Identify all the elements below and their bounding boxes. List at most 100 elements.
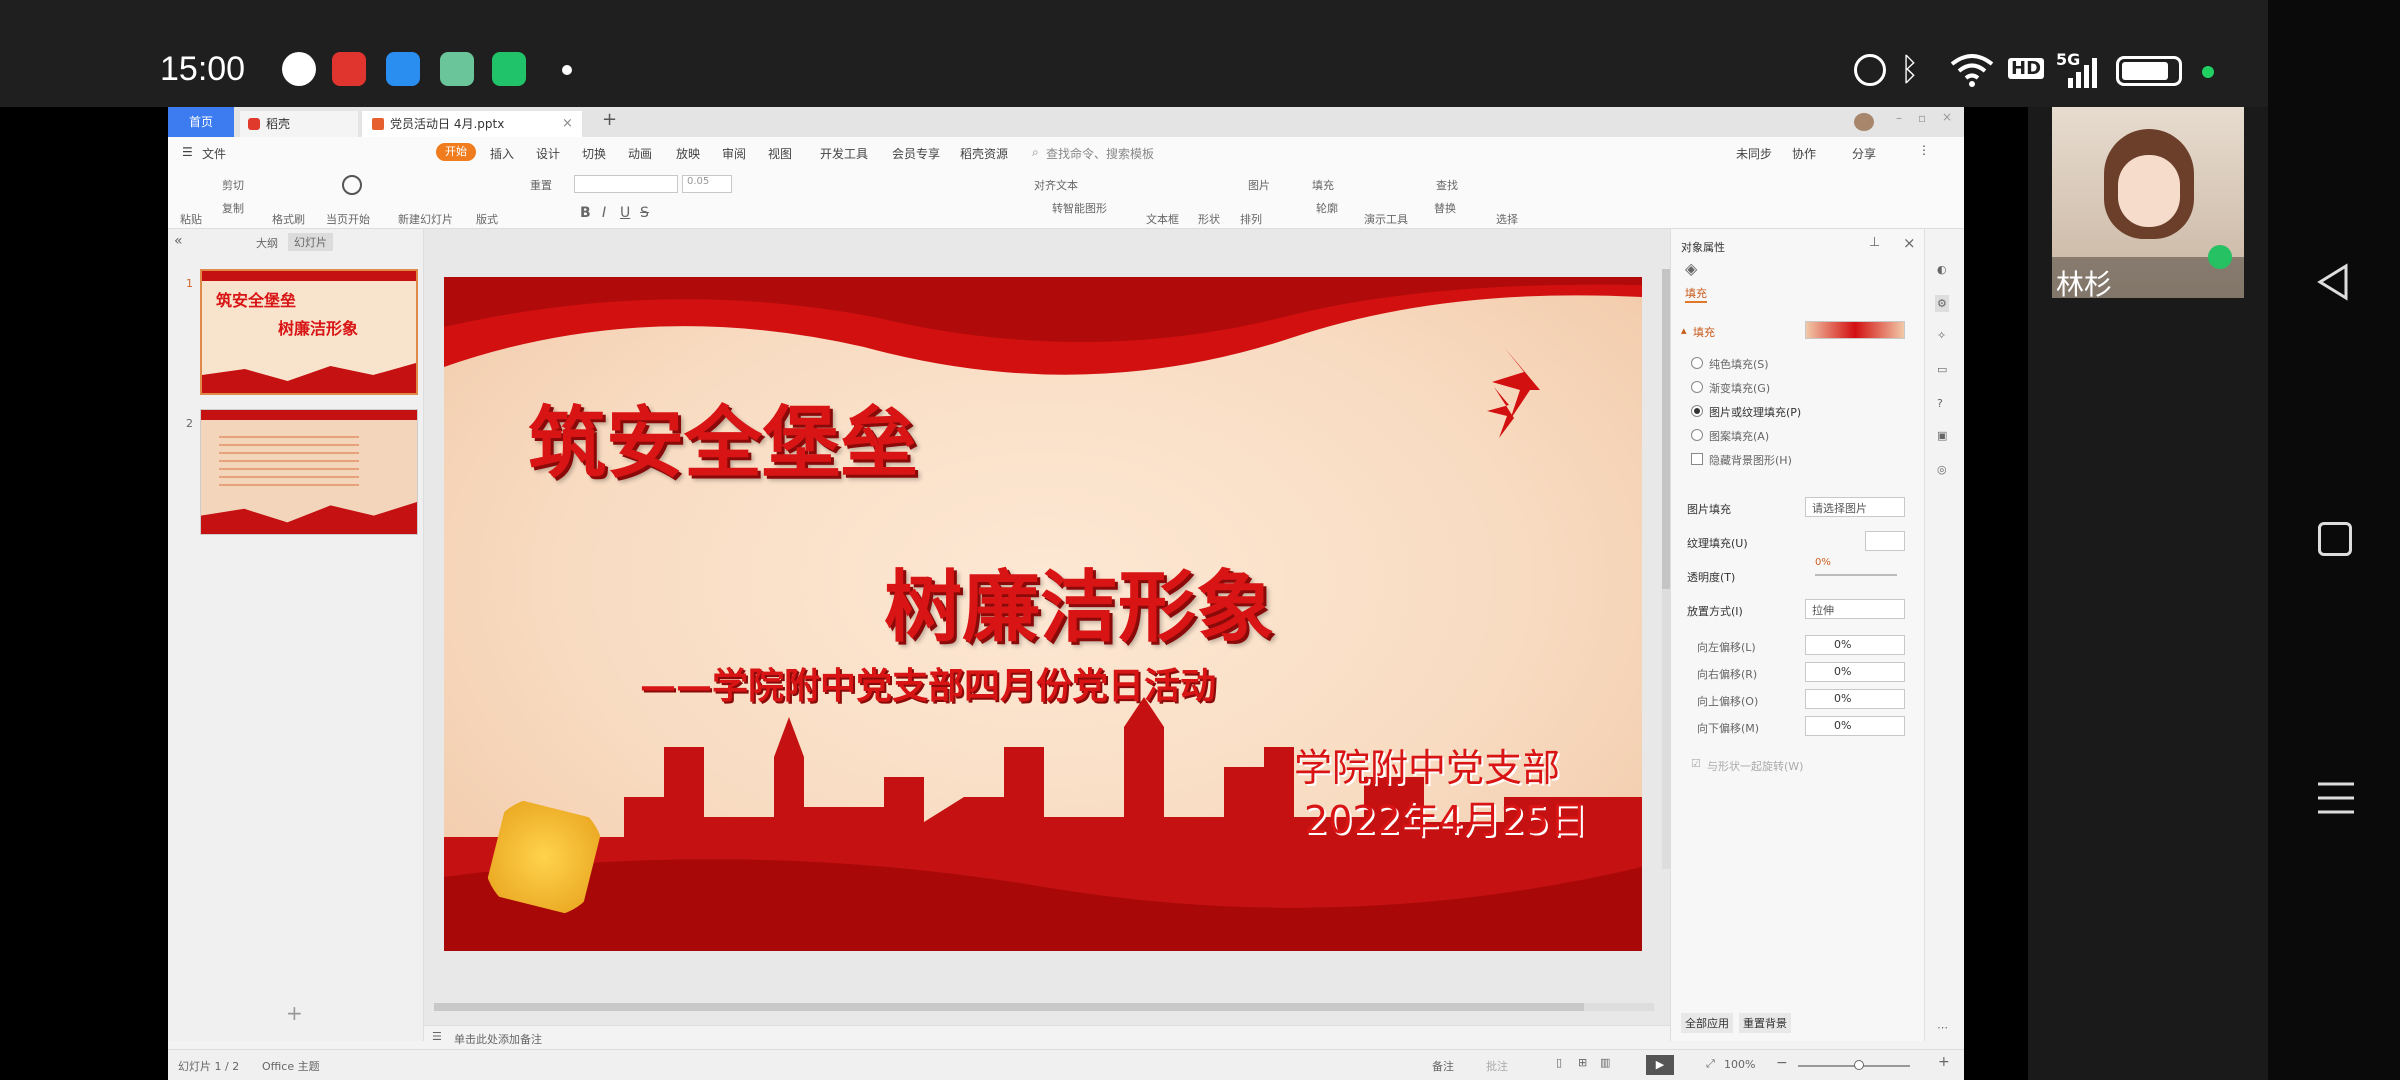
vertical-scrollbar[interactable] bbox=[1662, 269, 1670, 869]
normal-view-icon[interactable]: ▯ bbox=[1556, 1056, 1562, 1069]
add-slide-icon[interactable]: + bbox=[286, 1001, 303, 1025]
reading-view-icon[interactable]: ▥ bbox=[1600, 1056, 1610, 1069]
shape-button[interactable]: 形状 bbox=[1198, 211, 1220, 227]
menu-file[interactable]: 文件 bbox=[202, 145, 226, 162]
menu-review[interactable]: 审阅 bbox=[722, 145, 746, 162]
select-button[interactable]: 选择 bbox=[1496, 211, 1518, 227]
texture-select[interactable] bbox=[1865, 531, 1905, 551]
menu-animation[interactable]: 动画 bbox=[628, 145, 652, 162]
outline-tab[interactable]: 大纲 bbox=[256, 235, 278, 251]
offset-right-input[interactable]: 0% bbox=[1805, 662, 1905, 682]
properties-icon[interactable]: ⚙ bbox=[1935, 295, 1949, 312]
tab-docer[interactable]: 稻壳 bbox=[240, 111, 358, 137]
menu-docer-resources[interactable]: 稻壳资源 bbox=[960, 145, 1008, 162]
backup-icon[interactable]: ▣ bbox=[1937, 429, 1947, 442]
menu-icon[interactable]: ☰ bbox=[182, 145, 193, 159]
user-avatar[interactable] bbox=[1854, 113, 1874, 131]
offset-up-input[interactable]: 0% bbox=[1805, 689, 1905, 709]
transparency-slider[interactable] bbox=[1815, 574, 1897, 576]
close-tab-icon[interactable]: × bbox=[562, 111, 573, 137]
fill-button[interactable]: 填充 bbox=[1312, 177, 1334, 193]
minimize-icon[interactable]: – bbox=[1896, 111, 1902, 125]
collapse-panel-icon[interactable]: « bbox=[174, 233, 183, 249]
horizontal-scrollbar[interactable] bbox=[434, 1003, 1654, 1011]
menu-developer[interactable]: 开发工具 bbox=[820, 145, 868, 162]
align-text-button[interactable]: 对齐文本 bbox=[1034, 177, 1078, 193]
slide-org-text[interactable]: 学院附中党支部 bbox=[1294, 737, 1560, 792]
zoom-slider[interactable] bbox=[1798, 1060, 1910, 1070]
rotate-with-shape-checkbox[interactable]: ☑ bbox=[1691, 757, 1701, 770]
pattern-fill-radio[interactable] bbox=[1691, 429, 1703, 441]
more-icon[interactable]: ⋮ bbox=[1918, 143, 1930, 157]
picture-button[interactable]: 图片 bbox=[1248, 177, 1270, 193]
layers-icon[interactable]: ▭ bbox=[1937, 363, 1947, 376]
bold-icon[interactable]: B bbox=[580, 205, 591, 221]
reset-background-button[interactable]: 重置背景 bbox=[1739, 1013, 1791, 1033]
maximize-icon[interactable]: ▫ bbox=[1918, 111, 1926, 125]
new-tab-icon[interactable]: + bbox=[602, 109, 617, 130]
menu-view[interactable]: 视图 bbox=[768, 145, 792, 162]
fill-section-toggle[interactable]: ▴ bbox=[1681, 324, 1687, 337]
menu-insert[interactable]: 插入 bbox=[490, 145, 514, 162]
slide-date-text[interactable]: 2022年4月25日 bbox=[1304, 789, 1587, 844]
menu-slideshow[interactable]: 放映 bbox=[676, 145, 700, 162]
menu-member[interactable]: 会员专享 bbox=[892, 145, 940, 162]
font-size-select[interactable]: 0.05 bbox=[682, 175, 732, 193]
sync-status[interactable]: 未同步 bbox=[1736, 145, 1772, 162]
menu-transition[interactable]: 切换 bbox=[582, 145, 606, 162]
reset-button[interactable]: 重置 bbox=[530, 177, 552, 193]
offset-left-input[interactable]: 0% bbox=[1805, 635, 1905, 655]
present-tools-button[interactable]: 演示工具 bbox=[1364, 211, 1408, 227]
location-icon[interactable]: ◎ bbox=[1937, 463, 1947, 476]
menu-design[interactable]: 设计 bbox=[536, 145, 560, 162]
italic-icon[interactable]: I bbox=[602, 205, 606, 221]
recents-icon[interactable] bbox=[2316, 778, 2356, 818]
underline-icon[interactable]: U bbox=[620, 205, 630, 221]
textbox-button[interactable]: 文本框 bbox=[1146, 211, 1179, 227]
smartart-button[interactable]: 转智能图形 bbox=[1052, 200, 1107, 216]
collaborate-button[interactable]: 协作 bbox=[1792, 145, 1816, 162]
picture-fill-select[interactable]: 请选择图片 bbox=[1805, 497, 1905, 517]
style-icon[interactable]: ◐ bbox=[1937, 263, 1947, 276]
zoom-out-icon[interactable]: − bbox=[1776, 1055, 1788, 1071]
slides-tab[interactable]: 幻灯片 bbox=[288, 233, 333, 251]
new-slide-button[interactable]: 新建幻灯片 bbox=[398, 211, 453, 227]
slide-1[interactable]: 筑安全堡垒 树廉洁形象 ——学院附中党支部四月份党日活动 学院附中党支部 202… bbox=[444, 277, 1642, 951]
share-button[interactable]: 分享 bbox=[1852, 145, 1876, 162]
slide-title-2[interactable]: 树廉洁形象 bbox=[884, 545, 1274, 657]
format-painter-button[interactable]: 格式刷 bbox=[272, 211, 305, 227]
slide-title-1[interactable]: 筑安全堡垒 bbox=[528, 381, 918, 493]
strikethrough-icon[interactable]: S bbox=[640, 205, 649, 221]
tab-home[interactable]: 首页 bbox=[168, 107, 234, 137]
help-icon[interactable]: ? bbox=[1937, 397, 1943, 410]
slide-thumbnail-2[interactable] bbox=[200, 409, 418, 535]
fill-preview-select[interactable] bbox=[1805, 321, 1905, 339]
font-family-select[interactable] bbox=[574, 175, 678, 193]
notes-toggle[interactable]: 备注 bbox=[1432, 1058, 1454, 1074]
gradient-fill-radio[interactable] bbox=[1691, 381, 1703, 393]
outline-button[interactable]: 轮廓 bbox=[1316, 200, 1338, 216]
tab-pptx-file[interactable]: 党员活动日 4月.pptx × bbox=[362, 111, 582, 137]
zoom-in-icon[interactable]: + bbox=[1938, 1054, 1950, 1070]
sorter-view-icon[interactable]: ⊞ bbox=[1578, 1056, 1587, 1069]
apply-all-button[interactable]: 全部应用 bbox=[1681, 1013, 1733, 1033]
placement-select[interactable]: 拉伸 bbox=[1805, 599, 1905, 619]
fit-window-icon[interactable]: ⤢ bbox=[1706, 1057, 1715, 1071]
tab-fill[interactable]: 填充 bbox=[1685, 285, 1707, 303]
layout-button[interactable]: 版式 bbox=[476, 211, 498, 227]
zoom-value[interactable]: 100% bbox=[1724, 1058, 1755, 1071]
close-window-icon[interactable]: × bbox=[1942, 110, 1952, 124]
picture-fill-radio[interactable] bbox=[1691, 405, 1703, 417]
offset-down-input[interactable]: 0% bbox=[1805, 716, 1905, 736]
from-current-button[interactable]: 当页开始 bbox=[326, 211, 370, 227]
cut-button[interactable]: 剪切 bbox=[222, 177, 244, 193]
find-button[interactable]: 查找 bbox=[1436, 177, 1458, 193]
arrange-button[interactable]: 排列 bbox=[1240, 211, 1262, 227]
menu-home-active[interactable]: 开始 bbox=[436, 143, 476, 161]
play-slideshow-icon[interactable]: ▶ bbox=[1646, 1055, 1674, 1075]
slide-subtitle[interactable]: ——学院附中党支部四月份党日活动 bbox=[640, 657, 1216, 709]
home-icon[interactable] bbox=[2318, 522, 2352, 556]
hide-bg-checkbox[interactable] bbox=[1691, 453, 1703, 465]
participant-video[interactable]: 林杉 bbox=[2052, 107, 2244, 298]
slide-thumbnail-1[interactable]: 筑安全堡垒 树廉洁形象 bbox=[200, 269, 418, 395]
